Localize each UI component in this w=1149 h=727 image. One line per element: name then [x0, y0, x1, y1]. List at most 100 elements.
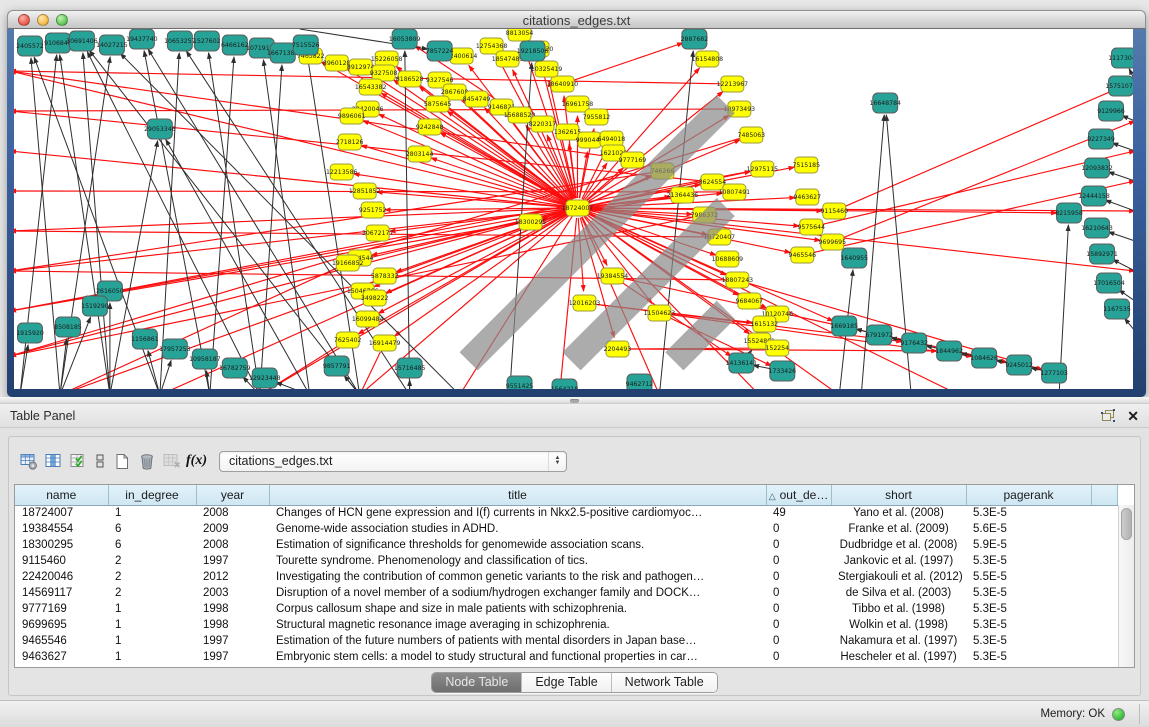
table-row[interactable]: 1456911722003Disruption of a novel membe… [15, 585, 1118, 601]
cell-filler [1091, 633, 1118, 649]
table-toolbar: f(x) citations_edges.txt ▲▼ [16, 448, 567, 474]
cell-title: Disruption of a novel member of a sodium… [269, 585, 766, 601]
statusbar-divider [1139, 704, 1140, 724]
table-settings-icon[interactable] [16, 449, 41, 473]
cell-out_de: 0 [766, 649, 831, 665]
cell-name: 18300295 [15, 537, 108, 553]
cell-filler [1091, 601, 1118, 617]
cell-title: Embryonic stem cells: a model to study s… [269, 649, 766, 665]
table-row[interactable]: 969969511998Structural magnetic resonanc… [15, 617, 1118, 633]
cell-name: 9115460 [15, 553, 108, 569]
cell-year: 2009 [196, 521, 269, 537]
cell-title: Estimation of the future numbers of pati… [269, 633, 766, 649]
network-window: citations_edges.txt 18724007746382289601… [7, 10, 1146, 397]
column-header-out_de[interactable]: △out_de… [766, 485, 831, 505]
column-header-in_degree[interactable]: in_degree [108, 485, 196, 505]
cell-title: Structural magnetic resonance image aver… [269, 617, 766, 633]
column-header-year[interactable]: year [196, 485, 269, 505]
column-header-title[interactable]: title [269, 485, 766, 505]
memory-status-indicator [1112, 708, 1125, 721]
new-document-icon[interactable] [109, 449, 134, 473]
cell-out_de: 0 [766, 601, 831, 617]
cell-out_de: 0 [766, 633, 831, 649]
cell-short: Franke et al. (2009) [831, 521, 966, 537]
cell-out_de: 0 [766, 569, 831, 585]
cell-name: 22420046 [15, 569, 108, 585]
table-row[interactable]: 946362711997Embryonic stem cells: a mode… [15, 649, 1118, 665]
cell-in_degree: 6 [108, 537, 196, 553]
cell-in_degree: 1 [108, 505, 196, 521]
tab-network-table[interactable]: Network Table [612, 673, 717, 692]
cell-filler [1091, 505, 1118, 521]
network-canvas[interactable]: 1872400774638228960128891297415226058932… [14, 29, 1133, 389]
table-row[interactable]: 2242004622012Investigating the contribut… [15, 569, 1118, 585]
cell-title: Genome-wide association studies in ADHD. [269, 521, 766, 537]
cell-filler [1091, 553, 1118, 569]
cell-in_degree: 1 [108, 617, 196, 633]
cell-out_de: 0 [766, 521, 831, 537]
float-panel-icon[interactable] [1101, 409, 1115, 422]
cell-title: Investigating the contribution of common… [269, 569, 766, 585]
cell-year: 1998 [196, 617, 269, 633]
node-table: namein_degreeyeartitle△out_de…shortpager… [14, 484, 1135, 668]
application-root: { "window": { "title": "citations_edges.… [0, 0, 1149, 727]
cell-out_de: 49 [766, 505, 831, 521]
cell-out_de: 0 [766, 537, 831, 553]
cell-short: Nakamura et al. (1997) [831, 633, 966, 649]
cell-in_degree: 2 [108, 553, 196, 569]
row-height-icon[interactable] [91, 449, 109, 473]
table-panel-header: Table Panel ✕ [0, 404, 1149, 428]
column-header-pagerank[interactable]: pagerank [966, 485, 1091, 505]
cell-filler [1091, 569, 1118, 585]
cell-filler [1091, 617, 1118, 633]
cell-short: Wolkin et al. (1998) [831, 617, 966, 633]
sort-ascending-icon: △ [769, 491, 776, 501]
table-row[interactable]: 1938455462009Genome-wide association stu… [15, 521, 1118, 537]
close-panel-icon[interactable]: ✕ [1127, 409, 1139, 423]
scrollbar-thumb[interactable] [1121, 508, 1132, 540]
delete-table-icon[interactable] [159, 449, 184, 473]
column-header-name[interactable]: name [15, 485, 108, 505]
cell-year: 2003 [196, 585, 269, 601]
table-select-value: citations_edges.txt [229, 454, 333, 468]
cell-short: Hescheler et al. (1997) [831, 649, 966, 665]
table-row[interactable]: 946554611997Estimation of the future num… [15, 633, 1118, 649]
table-row[interactable]: 911546021997Tourette syndrome. Phenomeno… [15, 553, 1118, 569]
cell-short: Stergiakouli et al. (2012) [831, 569, 966, 585]
table-row[interactable]: 1830029562008Estimation of significance … [15, 537, 1118, 553]
tab-node-table[interactable]: Node Table [432, 673, 522, 692]
panel-splitter[interactable] [0, 397, 1149, 404]
tab-edge-table[interactable]: Edge Table [522, 673, 611, 692]
cell-name: 9465546 [15, 633, 108, 649]
import-table-icon[interactable] [66, 449, 91, 473]
cell-year: 2012 [196, 569, 269, 585]
cell-title: Changes of HCN gene expression and I(f) … [269, 505, 766, 521]
cell-year: 2008 [196, 537, 269, 553]
cell-year: 1997 [196, 649, 269, 665]
cell-name: 9463627 [15, 649, 108, 665]
cell-filler [1091, 585, 1118, 601]
cell-name: 9699695 [15, 617, 108, 633]
cell-pagerank: 5.5E-5 [966, 569, 1091, 585]
cell-year: 2008 [196, 505, 269, 521]
cell-title: Corpus callosum shape and size in male p… [269, 601, 766, 617]
table-panel: Table Panel ✕ [0, 404, 1149, 700]
function-builder-icon[interactable]: f(x) [184, 449, 209, 473]
delete-trash-icon[interactable] [134, 449, 159, 473]
column-visibility-icon[interactable] [41, 449, 66, 473]
table-select-dropdown[interactable]: citations_edges.txt ▲▼ [219, 451, 567, 472]
column-header-short[interactable]: short [831, 485, 966, 505]
cell-in_degree: 2 [108, 585, 196, 601]
cell-pagerank: 5.3E-5 [966, 585, 1091, 601]
cell-name: 18724007 [15, 505, 108, 521]
network-window-titlebar[interactable]: citations_edges.txt [7, 10, 1146, 29]
table-scrollbar[interactable] [1118, 505, 1134, 667]
cell-title: Tourette syndrome. Phenomenology and cla… [269, 553, 766, 569]
splitter-handle-icon[interactable] [570, 399, 579, 403]
cell-short: Jankovic et al. (1997) [831, 553, 966, 569]
cell-pagerank: 5.3E-5 [966, 633, 1091, 649]
resize-grip-icon[interactable] [14, 29, 1131, 387]
cell-short: de Silva et al. (2003) [831, 585, 966, 601]
table-row[interactable]: 1872400712008Changes of HCN gene express… [15, 505, 1118, 521]
table-row[interactable]: 977716911998Corpus callosum shape and si… [15, 601, 1118, 617]
